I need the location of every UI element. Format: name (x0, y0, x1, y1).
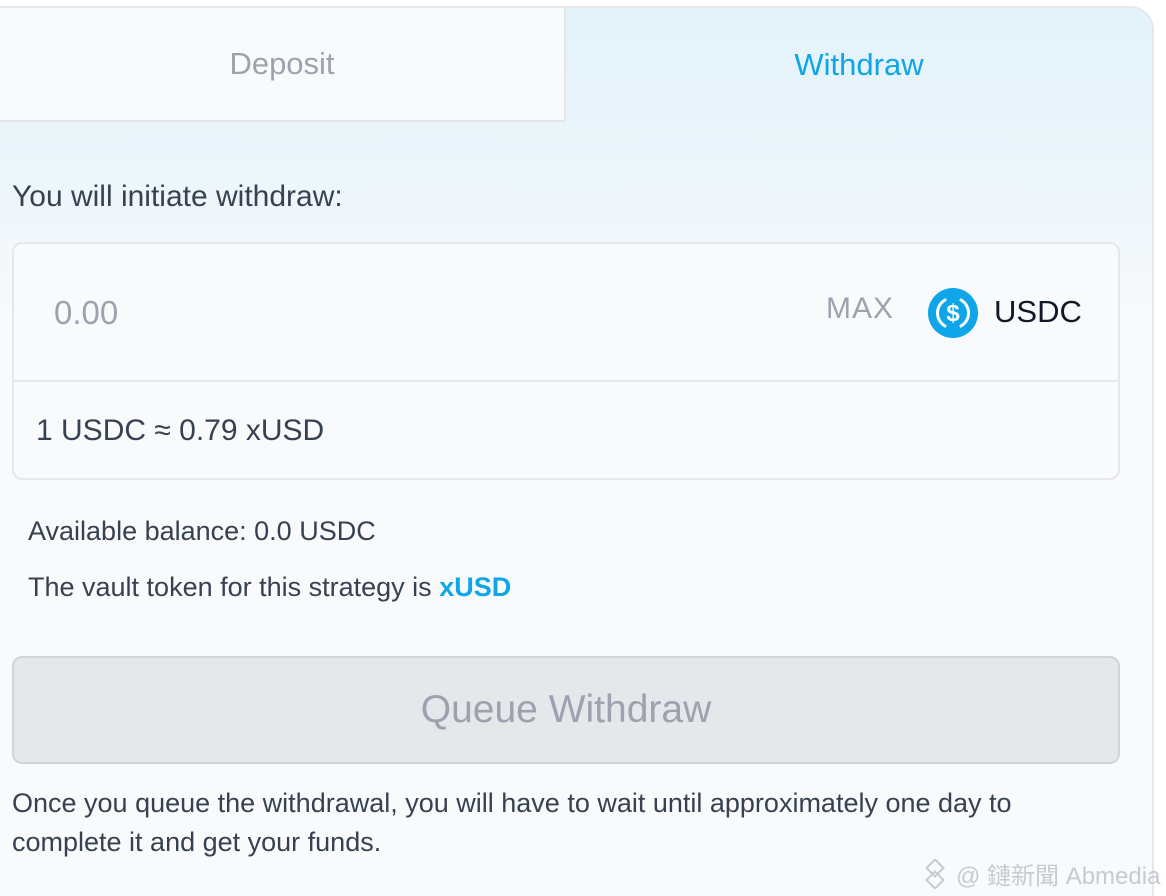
queue-withdraw-button[interactable]: Queue Withdraw (12, 656, 1120, 764)
withdraw-note: Once you queue the withdrawal, you will … (12, 788, 1012, 857)
svg-text:$: $ (946, 300, 960, 327)
form-title: You will initiate withdraw: (12, 180, 343, 213)
amount-input[interactable] (54, 288, 654, 338)
vault-token-prefix: The vault token for this strategy is (28, 572, 440, 602)
vault-token-link[interactable]: xUSD (439, 572, 511, 602)
tab-bar: Deposit Withdraw (0, 8, 1152, 122)
token-name: USDC (994, 294, 1082, 329)
watermark: @ 鏈新聞 Abmedia (920, 856, 1160, 891)
withdraw-card: Deposit Withdraw You will initiate withd… (0, 6, 1154, 896)
amount-row: MAX $ USDC (14, 244, 1118, 382)
watermark-text: @ 鏈新聞 Abmedia (956, 863, 1161, 890)
watermark-logo-icon (925, 858, 945, 889)
amount-box: MAX $ USDC 1 USDC ≈ 0.79 xUSD (12, 242, 1120, 480)
usdc-icon: $ (928, 288, 978, 338)
tab-withdraw[interactable]: Withdraw (566, 8, 1152, 122)
exchange-rate: 1 USDC ≈ 0.79 xUSD (36, 414, 325, 447)
max-button[interactable]: MAX (826, 292, 894, 326)
available-balance: Available balance: 0.0 USDC (28, 516, 376, 546)
tab-deposit[interactable]: Deposit (0, 8, 566, 122)
vault-token-info: The vault token for this strategy is xUS… (28, 572, 511, 603)
